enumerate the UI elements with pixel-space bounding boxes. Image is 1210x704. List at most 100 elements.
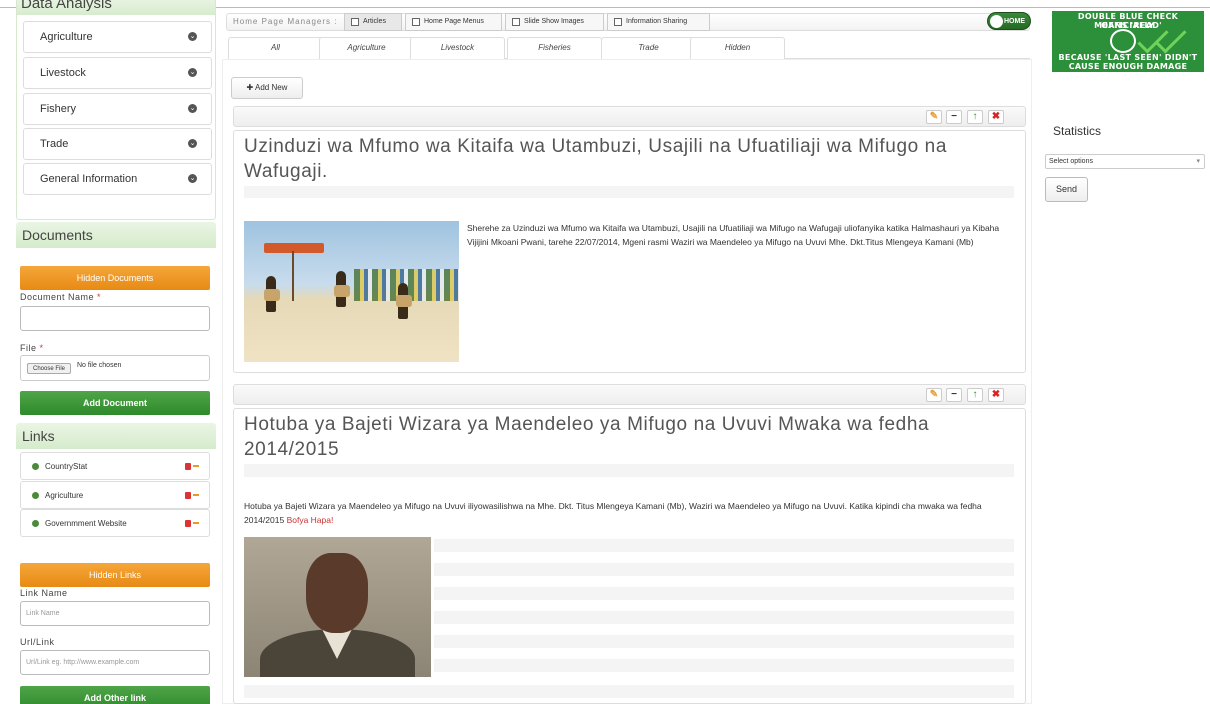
accordion-agriculture[interactable]: Agriculture ⌄ [23, 21, 212, 53]
link-label: CountryStat [45, 462, 88, 471]
add-new-label: Add New [255, 83, 288, 92]
photo-detail [264, 243, 324, 253]
statistics-select[interactable]: Select options ▾ [1045, 154, 1205, 169]
edit-icon[interactable]: ✎ [926, 110, 942, 124]
accordion-label: Livestock [40, 67, 86, 79]
toggle-knob [990, 15, 1003, 28]
links-header: Links [16, 423, 216, 449]
close-icon[interactable]: ✖ [988, 388, 1004, 402]
plus-icon: ✚ [246, 83, 255, 92]
url-label: Url/Link [20, 637, 55, 647]
category-tabs: All Agriculture Livestock Fisheries Trad… [228, 37, 1030, 59]
read-more-link[interactable]: Bofya Hapa! [287, 515, 334, 525]
file-label: File * [20, 343, 44, 353]
documents-header: Documents [16, 222, 216, 248]
image-icon [512, 18, 520, 26]
edit-icon[interactable]: ✎ [926, 388, 942, 402]
stripe [434, 539, 1014, 552]
accordion-label: Fishery [40, 103, 77, 115]
file-label-text: File [20, 343, 37, 353]
link-item-countrystat[interactable]: CountryStat [20, 452, 210, 480]
send-button[interactable]: Send [1045, 177, 1088, 202]
tab-label: Slide Show Images [524, 18, 584, 25]
arrow-up-icon[interactable]: ↑ [967, 388, 983, 402]
ad-line: BECAUSE 'LAST SEEN' DIDN'T [1058, 53, 1198, 62]
home-toggle[interactable]: HOME [987, 12, 1031, 30]
minus-icon[interactable] [193, 522, 199, 524]
hidden-documents-button[interactable]: Hidden Documents [20, 266, 210, 290]
article-card: Uzinduzi wa Mfumo wa Kitaifa wa Utambuzi… [233, 130, 1026, 373]
minus-icon[interactable]: − [946, 388, 962, 402]
managers-label: Home Page Managers : [233, 17, 338, 26]
article-body: Sherehe za Uzinduzi wa Mfumo wa Kitaifa … [467, 223, 1000, 247]
required-mark: * [97, 292, 102, 302]
article-photo [244, 537, 431, 677]
document-name-label-text: Document Name [20, 292, 95, 302]
chevron-down-icon: ⌄ [188, 174, 197, 183]
add-new-button[interactable]: ✚ Add New [231, 77, 303, 99]
choose-file-button[interactable]: Choose File [27, 363, 71, 374]
article-title: Uzinduzi wa Mfumo wa Kitaifa wa Utambuzi… [244, 136, 948, 182]
home-toggle-label: HOME [1004, 18, 1025, 25]
tab-information-sharing[interactable]: Information Sharing [607, 13, 710, 31]
url-field[interactable]: Url/Link eg. http://www.example.com [20, 650, 210, 675]
document-icon [351, 18, 359, 26]
chevron-down-icon: ⌄ [188, 68, 197, 77]
add-document-button[interactable]: Add Document [20, 391, 210, 415]
chevron-down-icon: ⌄ [188, 32, 197, 41]
grid-icon [614, 18, 622, 26]
tab-slide-show-images[interactable]: Slide Show Images [505, 13, 604, 31]
accordion-livestock[interactable]: Livestock ⌄ [23, 57, 212, 89]
document-name-field[interactable] [20, 306, 210, 331]
stripe [434, 635, 1014, 648]
minus-icon[interactable] [193, 465, 199, 467]
file-input[interactable]: Choose File No file chosen [20, 355, 210, 381]
stripe [434, 563, 1014, 576]
stripe [244, 479, 1014, 492]
minus-icon[interactable]: − [946, 110, 962, 124]
accordion-fishery[interactable]: Fishery ⌄ [23, 93, 212, 125]
close-icon[interactable]: ✖ [988, 110, 1004, 124]
document-name-label: Document Name * [20, 292, 101, 302]
accordion-trade[interactable]: Trade ⌄ [23, 128, 212, 160]
hidden-links-button[interactable]: Hidden Links [20, 563, 210, 587]
whatsapp-icon [1110, 29, 1136, 53]
minus-icon[interactable] [193, 494, 199, 496]
tab-all[interactable]: All [228, 37, 323, 59]
stripe [244, 198, 1014, 211]
tab-fisheries[interactable]: Fisheries [507, 37, 602, 59]
data-analysis-panel: Data Analysis Agriculture ⌄ Livestock ⌄ Fi… [16, 0, 216, 220]
article-body-text: Hotuba ya Bajeti Wizara ya Maendeleo ya … [244, 501, 982, 525]
chevron-down-icon: ⌄ [188, 104, 197, 113]
stripe [244, 685, 1014, 698]
home-page-managers-bar: Home Page Managers : Articles Home Page … [226, 13, 1030, 31]
tab-trade[interactable]: Trade [601, 37, 696, 59]
stripe [434, 587, 1014, 600]
photo-detail [334, 285, 350, 297]
trash-icon[interactable] [185, 520, 191, 527]
add-other-link-button[interactable]: Add Other link [20, 686, 210, 704]
article-toolbar: ✎ − ↑ ✖ [233, 384, 1026, 405]
accordion-label: Trade [40, 138, 69, 150]
tab-articles[interactable]: Articles [344, 13, 402, 31]
trash-icon[interactable] [185, 492, 191, 499]
tab-hidden[interactable]: Hidden [690, 37, 785, 59]
tab-livestock[interactable]: Livestock [410, 37, 505, 59]
link-item-government-website[interactable]: Governmment Website [20, 509, 210, 537]
tab-home-page-menus[interactable]: Home Page Menus [405, 13, 502, 31]
advertisement-banner[interactable]: DOUBLE BLUE CHECK OFFICIALLY MEANS 'READ… [1052, 11, 1204, 72]
accordion-general-information[interactable]: General Information ⌄ [23, 163, 212, 195]
stripe [434, 611, 1014, 624]
link-name-field[interactable]: Link Name [20, 601, 210, 626]
trash-icon[interactable] [185, 463, 191, 470]
ad-line: CAUSE ENOUGH DAMAGE [1068, 62, 1188, 71]
link-item-agriculture[interactable]: Agriculture [20, 481, 210, 509]
left-sidebar: Data Analysis Agriculture ⌄ Livestock ⌄ Fi… [12, 0, 220, 704]
bullet-icon [32, 492, 39, 499]
tab-agriculture[interactable]: Agriculture [319, 37, 414, 59]
article-title: Hotuba ya Bajeti Wizara ya Maendeleo ya … [244, 414, 930, 460]
arrow-up-icon[interactable]: ↑ [967, 110, 983, 124]
stripe [244, 464, 1014, 477]
chevron-down-icon: ▾ [1196, 158, 1200, 165]
required-mark: * [39, 343, 44, 353]
